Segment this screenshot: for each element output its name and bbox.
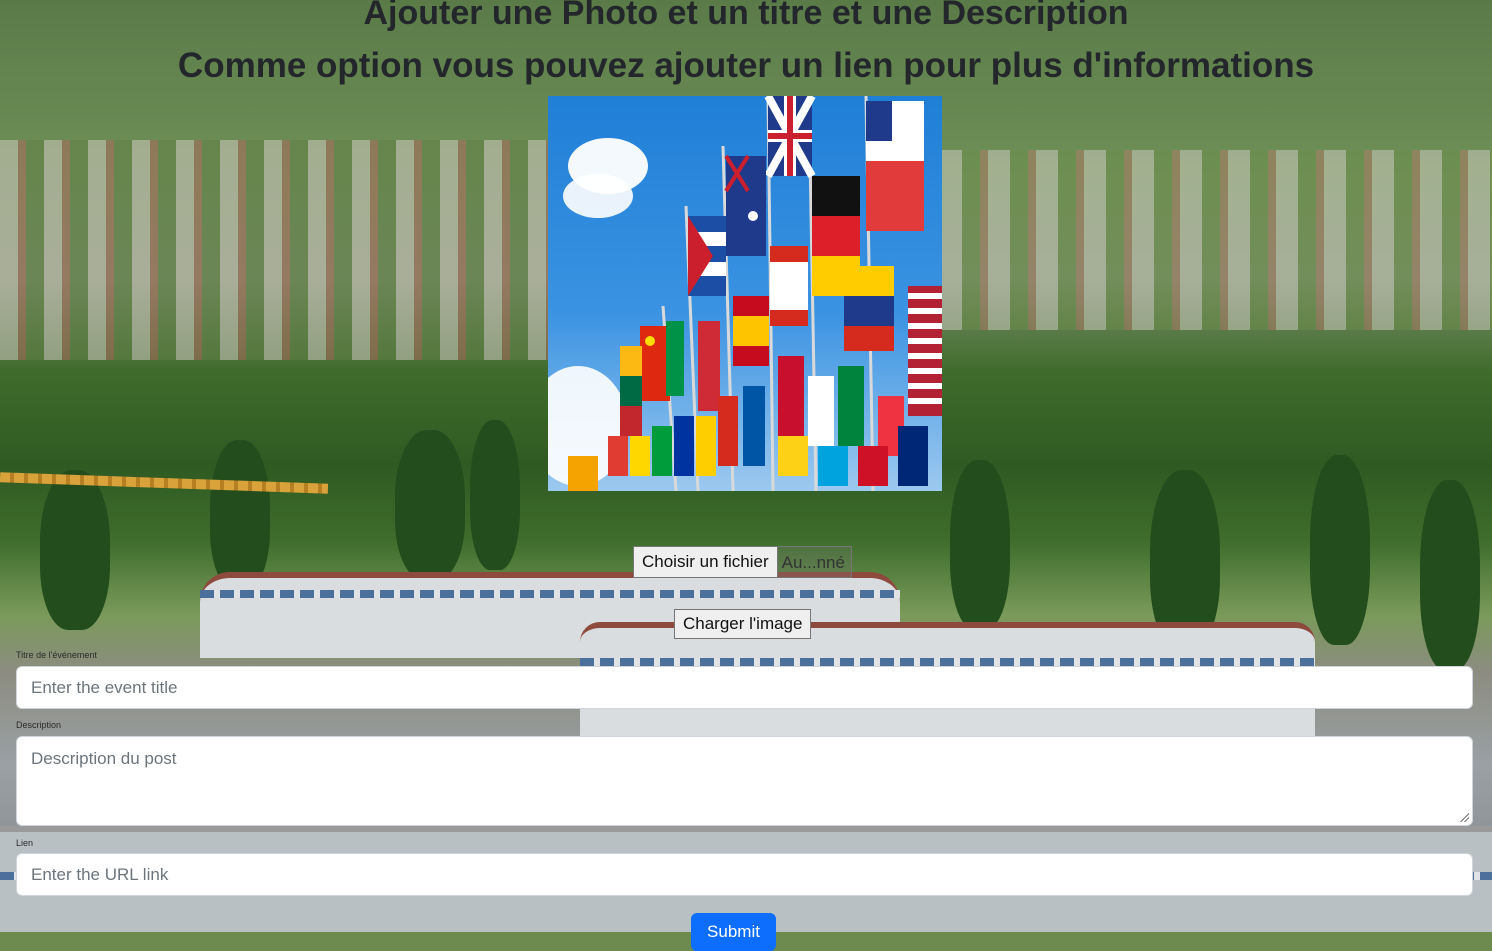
page-subtitle: Comme option vous pouvez ajouter un lien… xyxy=(177,46,1315,85)
upload-image-button[interactable]: Charger l'image xyxy=(674,609,812,639)
title-label: Titre de l'événement xyxy=(16,650,97,660)
description-textarea[interactable]: Description du post xyxy=(16,736,1473,826)
description-placeholder: Description du post xyxy=(31,749,177,768)
description-label: Description xyxy=(16,720,62,730)
resize-handle-icon[interactable] xyxy=(1459,812,1469,822)
choose-file-button[interactable]: Choisir un fichier xyxy=(633,546,778,578)
flags-photo-icon xyxy=(548,96,942,491)
image-preview xyxy=(548,96,942,491)
url-link-input[interactable]: Enter the URL link xyxy=(16,853,1473,896)
event-title-input[interactable]: Enter the event title xyxy=(16,666,1473,709)
link-label: Lien xyxy=(16,838,34,848)
file-status-text: Au...nné xyxy=(777,546,852,578)
submit-button[interactable]: Submit xyxy=(691,913,776,951)
file-input[interactable]: Choisir un fichier Au...nné xyxy=(633,546,852,578)
page-title: Ajouter une Photo et un titre et une Des… xyxy=(363,0,1129,32)
